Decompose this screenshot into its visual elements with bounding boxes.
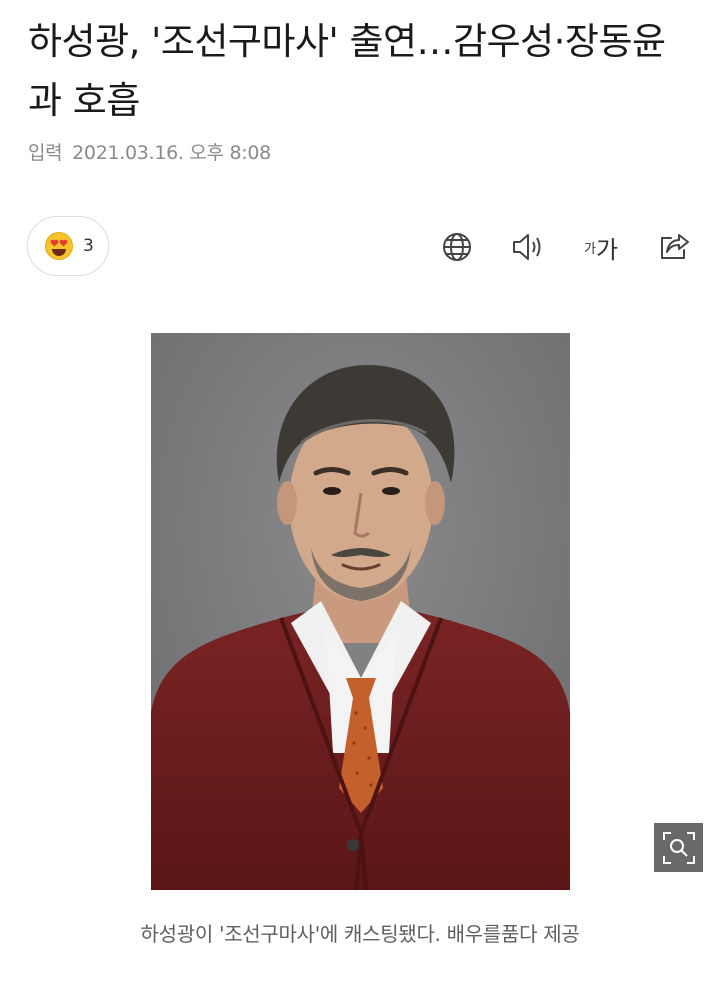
article-title: 하성광, '조선구마사' 출연…감우성·장동윤과 호흡: [28, 20, 666, 122]
photo-zoom-button[interactable]: [654, 823, 703, 872]
meta-label: 입력: [28, 142, 63, 164]
share-icon: [661, 234, 689, 259]
text-to-speech-button[interactable]: [508, 228, 548, 266]
font-size-big-label: 가: [595, 235, 619, 264]
magnify-icon: [662, 831, 695, 864]
photo-caption: 하성광이 '조선구마사'에 캐스팅됐다. 배우를품다 제공: [140, 922, 580, 946]
translate-button[interactable]: [437, 228, 477, 266]
font-size-button[interactable]: 가가: [578, 228, 624, 266]
globe-icon: [443, 233, 471, 261]
speaker-icon: [513, 234, 541, 260]
font-size-small-label: 가: [583, 241, 596, 257]
reaction-count: 3: [83, 236, 94, 256]
article-photo: [151, 333, 570, 890]
article-meta: 입력 2021.03.16. 오후 8:08: [28, 138, 271, 165]
share-button[interactable]: [655, 228, 695, 266]
publish-datetime: 2021.03.16. 오후 8:08: [72, 142, 271, 164]
heart-eyes-emoji-icon: [45, 232, 73, 260]
reaction-button[interactable]: 3: [27, 216, 109, 276]
